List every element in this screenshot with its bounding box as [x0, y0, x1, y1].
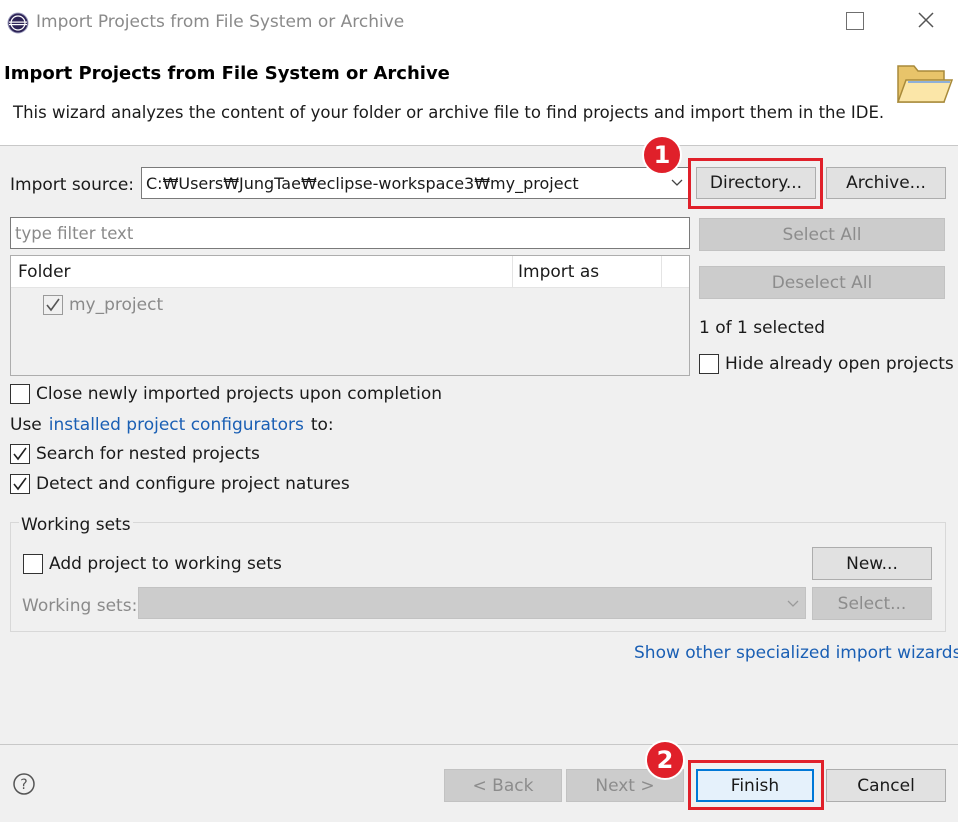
title-bar: Import Projects from File System or Arch…: [0, 0, 958, 46]
annotation-highlight-directory: [688, 158, 823, 209]
help-icon[interactable]: ?: [12, 772, 36, 796]
page-title: Import Projects from File System or Arch…: [4, 63, 450, 84]
check-icon: [46, 298, 60, 312]
select-all-button[interactable]: Select All: [699, 218, 945, 251]
back-button[interactable]: < Back: [444, 769, 562, 802]
column-import-as[interactable]: Import as: [518, 262, 599, 282]
folder-icon: [896, 65, 954, 103]
new-working-set-button[interactable]: New...: [812, 547, 932, 580]
archive-button[interactable]: Archive...: [826, 167, 946, 199]
configurators-link[interactable]: installed project configurators: [49, 415, 304, 435]
filter-input[interactable]: [10, 217, 690, 249]
row-folder-name: my_project: [69, 295, 164, 315]
chevron-down-icon: [787, 600, 799, 607]
hide-open-label: Hide already open projects: [725, 354, 954, 374]
working-sets-combo[interactable]: [138, 587, 806, 619]
deselect-all-button[interactable]: Deselect All: [699, 266, 945, 299]
eclipse-icon: [7, 12, 29, 34]
annotation-highlight-finish: [688, 760, 824, 810]
check-icon: [13, 477, 27, 491]
detect-natures-label: Detect and configure project natures: [36, 474, 350, 494]
add-to-working-sets-checkbox[interactable]: [23, 554, 43, 574]
check-icon: [13, 447, 27, 461]
window-title: Import Projects from File System or Arch…: [36, 12, 405, 32]
close-newly-label: Close newly imported projects upon compl…: [36, 384, 443, 404]
detect-natures-checkbox[interactable]: [10, 474, 30, 494]
close-newly-checkbox[interactable]: [10, 384, 30, 404]
import-source-combo[interactable]: C:₩Users₩JungTae₩eclipse-workspace3₩my_p…: [141, 167, 690, 199]
row-checkbox[interactable]: [43, 295, 63, 315]
svg-text:?: ?: [20, 777, 27, 793]
table-row[interactable]: my_project: [43, 292, 163, 318]
close-icon[interactable]: [914, 8, 938, 32]
annotation-marker-1: 1: [642, 135, 682, 175]
import-source-label: Import source:: [10, 175, 135, 195]
add-to-working-sets-label: Add project to working sets: [49, 554, 282, 574]
working-sets-group-label: Working sets: [19, 515, 133, 535]
column-divider: [512, 256, 513, 288]
use-suffix: to:: [310, 415, 334, 435]
close-newly-option[interactable]: Close newly imported projects upon compl…: [10, 384, 442, 404]
column-divider: [661, 256, 662, 288]
use-prefix: Use: [10, 415, 42, 435]
hide-open-checkbox[interactable]: [699, 354, 719, 374]
maximize-icon[interactable]: [846, 12, 864, 30]
chevron-down-icon: [671, 179, 683, 186]
other-wizards-link[interactable]: Show other specialized import wizards: [634, 643, 958, 663]
working-sets-label: Working sets:: [22, 596, 138, 616]
add-to-working-sets-option[interactable]: Add project to working sets: [23, 554, 282, 574]
page-description: This wizard analyzes the content of your…: [13, 103, 885, 122]
search-nested-checkbox[interactable]: [10, 444, 30, 464]
search-nested-option[interactable]: Search for nested projects: [10, 444, 260, 464]
project-table[interactable]: Folder Import as my_project: [10, 255, 690, 376]
configurators-line: Use installed project configurators to:: [10, 415, 334, 435]
search-nested-label: Search for nested projects: [36, 444, 260, 464]
table-header: Folder Import as: [11, 256, 689, 288]
selected-count: 1 of 1 selected: [699, 318, 825, 338]
wizard-header: Import Projects from File System or Arch…: [0, 46, 958, 146]
column-folder[interactable]: Folder: [18, 262, 71, 282]
import-source-value: C:₩Users₩JungTae₩eclipse-workspace3₩my_p…: [146, 173, 579, 193]
hide-open-option[interactable]: Hide already open projects: [699, 354, 954, 374]
cancel-button[interactable]: Cancel: [826, 769, 946, 802]
select-working-sets-button[interactable]: Select...: [812, 587, 932, 620]
annotation-marker-2: 2: [645, 740, 685, 780]
detect-natures-option[interactable]: Detect and configure project natures: [10, 474, 350, 494]
